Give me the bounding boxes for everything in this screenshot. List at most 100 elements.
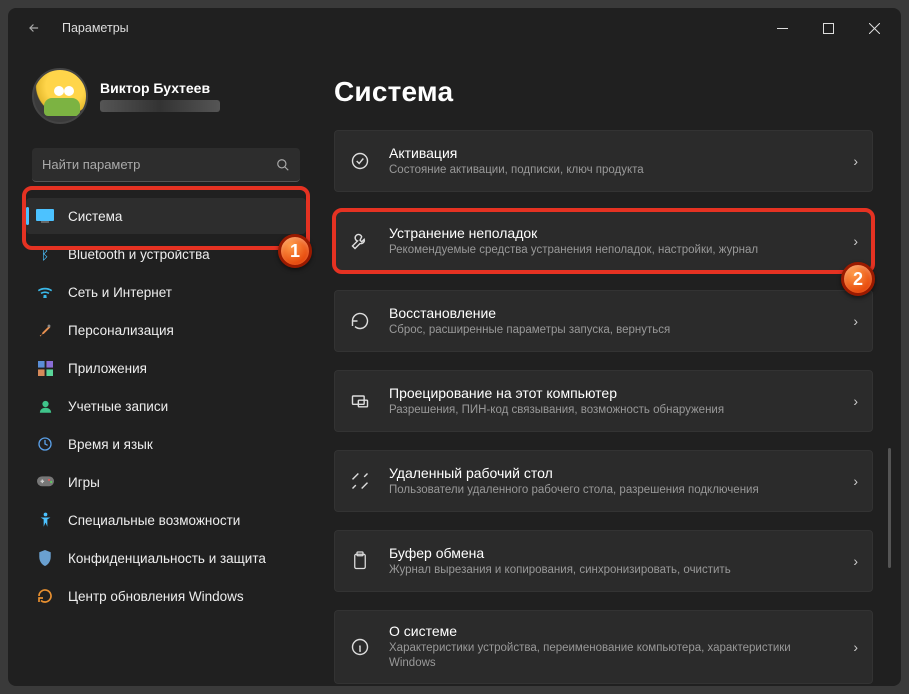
sidebar-item-label: Учетные записи bbox=[68, 399, 168, 414]
sidebar-item-label: Центр обновления Windows bbox=[68, 589, 244, 604]
card-subtitle: Пользователи удаленного рабочего стола, … bbox=[389, 483, 835, 498]
window-title: Параметры bbox=[62, 21, 129, 35]
settings-cards: 2 Активация Состояние активации, подписк… bbox=[334, 130, 873, 684]
shield-icon bbox=[36, 549, 54, 567]
chevron-right-icon: › bbox=[853, 393, 858, 409]
back-button[interactable] bbox=[20, 14, 48, 42]
card-title: О системе bbox=[389, 623, 835, 639]
sidebar-item-time-language[interactable]: Время и язык bbox=[26, 426, 306, 462]
search-placeholder: Найти параметр bbox=[42, 157, 140, 172]
card-subtitle: Рекомендуемые средства устранения непола… bbox=[389, 243, 835, 258]
sidebar-item-label: Сеть и Интернет bbox=[68, 285, 172, 300]
globe-clock-icon bbox=[36, 435, 54, 453]
card-subtitle: Сброс, расширенные параметры запуска, ве… bbox=[389, 323, 835, 338]
chevron-right-icon: › bbox=[853, 313, 858, 329]
scrollbar[interactable] bbox=[888, 448, 891, 568]
sidebar-item-system[interactable]: Система bbox=[26, 198, 306, 234]
card-body: Активация Состояние активации, подписки,… bbox=[389, 145, 835, 178]
card-body: Устранение неполадок Рекомендуемые средс… bbox=[389, 225, 835, 258]
page-title: Система bbox=[334, 76, 873, 108]
window-controls bbox=[759, 12, 897, 44]
card-body: Восстановление Сброс, расширенные параме… bbox=[389, 305, 835, 338]
search-icon bbox=[276, 158, 290, 172]
sidebar-item-label: Конфиденциальность и защита bbox=[68, 551, 266, 566]
card-body: О системе Характеристики устройства, пер… bbox=[389, 623, 835, 671]
content-area: Виктор Бухтеев Найти параметр 1 Система … bbox=[8, 48, 901, 686]
card-troubleshoot[interactable]: Устранение неполадок Рекомендуемые средс… bbox=[334, 210, 873, 272]
card-body: Буфер обмена Журнал вырезания и копирова… bbox=[389, 545, 835, 578]
main-panel: Система 2 Активация Состояние активации,… bbox=[316, 48, 901, 686]
sidebar-item-label: Система bbox=[68, 209, 122, 224]
titlebar: Параметры bbox=[8, 8, 901, 48]
sidebar-item-network[interactable]: Сеть и Интернет bbox=[26, 274, 306, 310]
settings-window: Параметры Виктор Бухтеев Найти параметр bbox=[8, 8, 901, 686]
maximize-button[interactable] bbox=[805, 12, 851, 44]
card-clipboard[interactable]: Буфер обмена Журнал вырезания и копирова… bbox=[334, 530, 873, 592]
card-title: Проецирование на этот компьютер bbox=[389, 385, 835, 401]
minimize-button[interactable] bbox=[759, 12, 805, 44]
sidebar-item-accounts[interactable]: Учетные записи bbox=[26, 388, 306, 424]
sidebar-item-label: Время и язык bbox=[68, 437, 153, 452]
card-body: Удаленный рабочий стол Пользователи удал… bbox=[389, 465, 835, 498]
sidebar-item-privacy[interactable]: Конфиденциальность и защита bbox=[26, 540, 306, 576]
gamepad-icon bbox=[36, 473, 54, 491]
card-subtitle: Состояние активации, подписки, ключ прод… bbox=[389, 163, 835, 178]
remote-icon bbox=[349, 470, 371, 492]
card-recovery[interactable]: Восстановление Сброс, расширенные параме… bbox=[334, 290, 873, 352]
card-subtitle: Журнал вырезания и копирования, синхрони… bbox=[389, 563, 835, 578]
profile-text: Виктор Бухтеев bbox=[100, 80, 220, 112]
card-body: Проецирование на этот компьютер Разрешен… bbox=[389, 385, 835, 418]
card-subtitle: Характеристики устройства, переименовани… bbox=[389, 641, 835, 671]
sidebar-item-gaming[interactable]: Игры bbox=[26, 464, 306, 500]
card-about[interactable]: О системе Характеристики устройства, пер… bbox=[334, 610, 873, 684]
profile-block[interactable]: Виктор Бухтеев bbox=[26, 68, 306, 134]
close-button[interactable] bbox=[851, 12, 897, 44]
profile-email-blurred bbox=[100, 100, 220, 112]
chevron-right-icon: › bbox=[853, 553, 858, 569]
chevron-right-icon: › bbox=[853, 153, 858, 169]
chevron-right-icon: › bbox=[853, 639, 858, 655]
annotation-badge-1: 1 bbox=[278, 234, 312, 268]
search-input[interactable]: Найти параметр bbox=[32, 148, 300, 182]
chevron-right-icon: › bbox=[853, 473, 858, 489]
update-icon bbox=[36, 587, 54, 605]
card-title: Восстановление bbox=[389, 305, 835, 321]
wifi-icon bbox=[36, 283, 54, 301]
display-icon bbox=[36, 207, 54, 225]
sidebar-item-personalization[interactable]: Персонализация bbox=[26, 312, 306, 348]
sidebar-item-label: Персонализация bbox=[68, 323, 174, 338]
profile-name: Виктор Бухтеев bbox=[100, 80, 220, 97]
bluetooth-icon: ᛒ bbox=[36, 245, 54, 263]
projecting-icon bbox=[349, 390, 371, 412]
nav: 1 Система ᛒ Bluetooth и устройства Сеть … bbox=[26, 198, 306, 614]
sidebar-item-apps[interactable]: Приложения bbox=[26, 350, 306, 386]
accessibility-icon bbox=[36, 511, 54, 529]
recovery-icon bbox=[349, 310, 371, 332]
check-circle-icon bbox=[349, 150, 371, 172]
card-activation[interactable]: Активация Состояние активации, подписки,… bbox=[334, 130, 873, 192]
avatar bbox=[32, 68, 88, 124]
card-title: Устранение неполадок bbox=[389, 225, 835, 241]
card-remote-desktop[interactable]: Удаленный рабочий стол Пользователи удал… bbox=[334, 450, 873, 512]
person-icon bbox=[36, 397, 54, 415]
annotation-badge-2: 2 bbox=[841, 262, 875, 296]
info-icon bbox=[349, 636, 371, 658]
apps-icon bbox=[36, 359, 54, 377]
sidebar-item-update[interactable]: Центр обновления Windows bbox=[26, 578, 306, 614]
card-title: Буфер обмена bbox=[389, 545, 835, 561]
sidebar: Виктор Бухтеев Найти параметр 1 Система … bbox=[8, 48, 316, 686]
card-title: Удаленный рабочий стол bbox=[389, 465, 835, 481]
clipboard-icon bbox=[349, 550, 371, 572]
sidebar-item-label: Игры bbox=[68, 475, 100, 490]
chevron-right-icon: › bbox=[853, 233, 858, 249]
sidebar-item-bluetooth[interactable]: ᛒ Bluetooth и устройства bbox=[26, 236, 306, 272]
sidebar-item-label: Специальные возможности bbox=[68, 513, 240, 528]
sidebar-item-label: Приложения bbox=[68, 361, 147, 376]
wrench-icon bbox=[349, 230, 371, 252]
card-title: Активация bbox=[389, 145, 835, 161]
sidebar-item-label: Bluetooth и устройства bbox=[68, 247, 210, 262]
paintbrush-icon bbox=[36, 321, 54, 339]
card-subtitle: Разрешения, ПИН-код связывания, возможно… bbox=[389, 403, 835, 418]
card-projecting[interactable]: Проецирование на этот компьютер Разрешен… bbox=[334, 370, 873, 432]
sidebar-item-accessibility[interactable]: Специальные возможности bbox=[26, 502, 306, 538]
